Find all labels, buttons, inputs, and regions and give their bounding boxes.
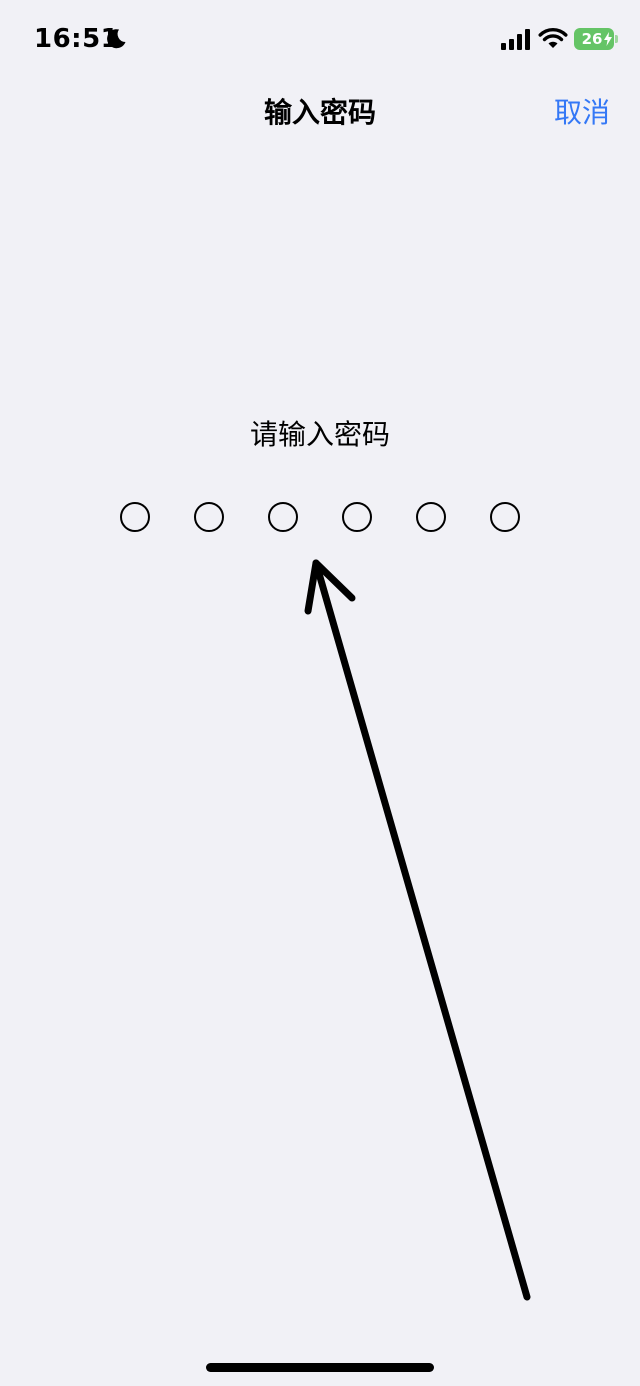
moon-icon xyxy=(107,29,126,49)
cancel-button[interactable]: 取消 xyxy=(554,94,610,132)
passcode-dot xyxy=(342,502,372,532)
battery-level: 26 xyxy=(581,30,603,48)
passcode-dot xyxy=(194,502,224,532)
battery-icon: 26 xyxy=(574,28,614,50)
passcode-dot xyxy=(268,502,298,532)
signal-icon xyxy=(501,29,530,50)
passcode-prompt: 请输入密码 xyxy=(249,418,390,451)
passcode-dot xyxy=(120,502,150,532)
passcode-dot xyxy=(490,502,520,532)
passcode-dot xyxy=(416,502,446,532)
charging-bolt-icon xyxy=(604,32,612,46)
page-title: 输入密码 xyxy=(263,96,376,129)
annotation-arrow xyxy=(304,559,531,1301)
battery-cap xyxy=(615,35,618,43)
home-indicator[interactable] xyxy=(206,1363,434,1372)
wifi-icon xyxy=(538,28,568,48)
passcode-dots[interactable] xyxy=(0,500,640,540)
